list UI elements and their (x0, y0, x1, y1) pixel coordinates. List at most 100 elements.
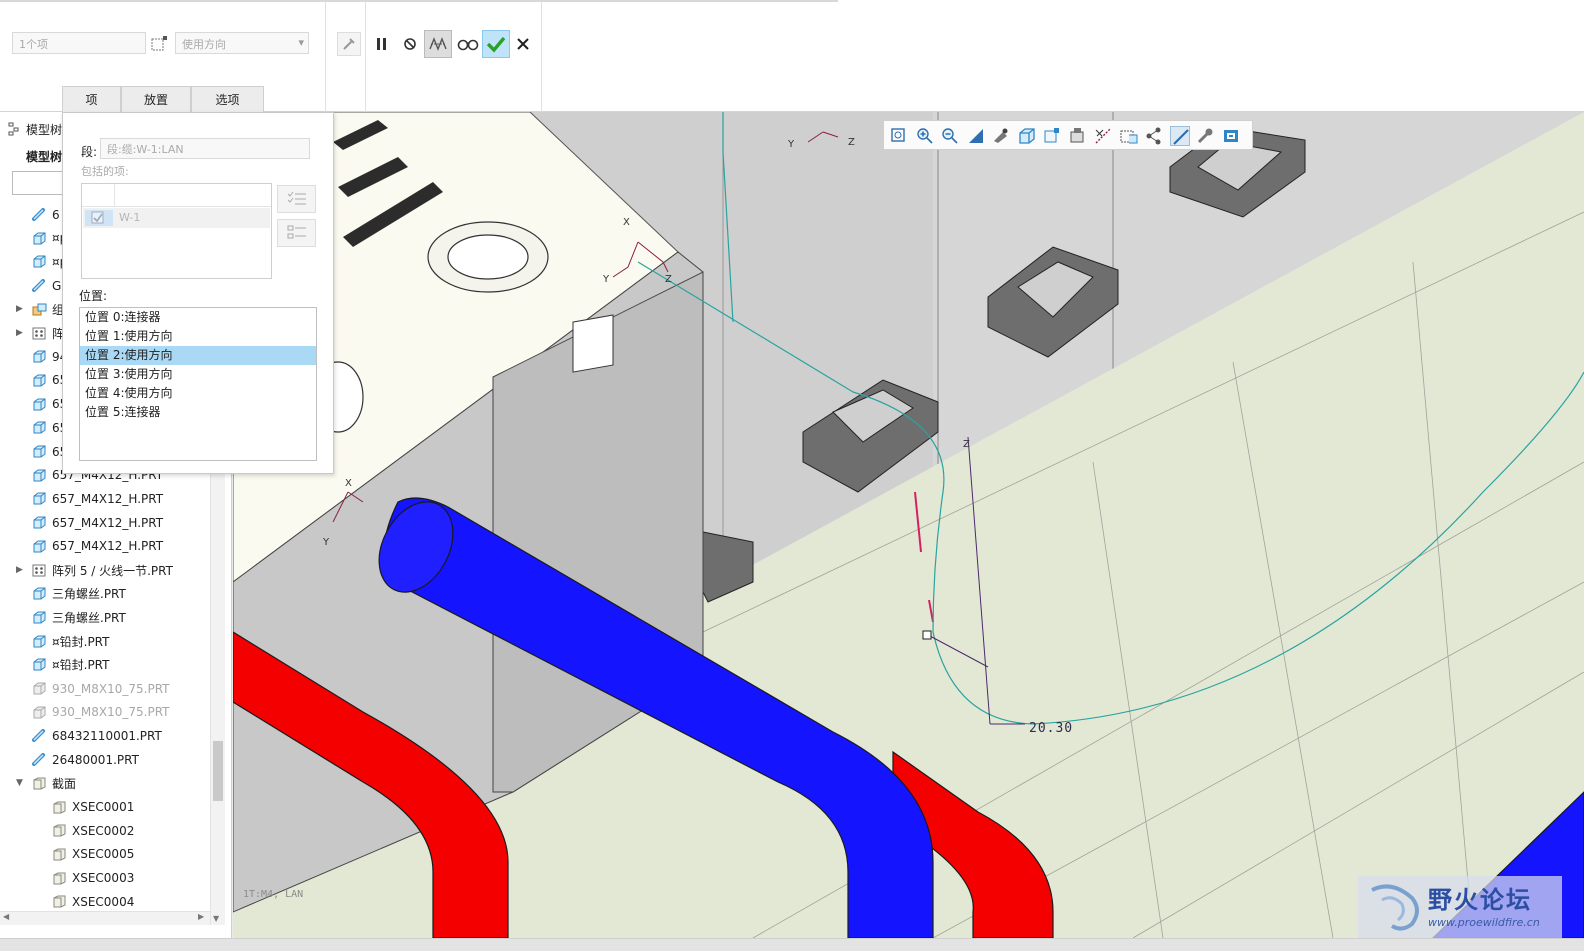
tab-placement[interactable]: 放置 (121, 86, 191, 112)
position-item[interactable]: 位置 3:使用方向 (80, 365, 316, 384)
tree-row[interactable]: 657_M4X12_H.PRT (0, 511, 210, 534)
position-item[interactable]: 位置 2:使用方向 (80, 346, 316, 365)
dimension-label[interactable]: 20.30 (1029, 721, 1073, 736)
spin-center-icon[interactable] (1221, 126, 1241, 146)
collector-icon[interactable] (150, 34, 170, 52)
annotation-icon[interactable] (1195, 126, 1215, 146)
expand-arrow-icon[interactable]: ▶ (16, 328, 24, 338)
cable-icon (32, 753, 46, 767)
datum-planes-icon[interactable] (1119, 126, 1139, 146)
part-icon (32, 611, 46, 624)
position-item[interactable]: 位置 5:连接器 (80, 403, 316, 422)
position-item[interactable]: 位置 4:使用方向 (80, 384, 316, 403)
scroll-right-arrow[interactable]: ▶ (198, 912, 204, 921)
tree-row[interactable]: 三角螺丝.PRT (0, 582, 210, 605)
part-icon (32, 255, 46, 268)
tree-row[interactable]: ▼ 截面 (0, 772, 210, 795)
tree-row-label: 截面 (52, 776, 77, 791)
tree-row[interactable]: 68432110001.PRT (0, 724, 210, 747)
expand-arrow-icon[interactable]: ▶ (16, 304, 24, 314)
axis-label: Z (848, 137, 855, 148)
list-item[interactable]: W-1 (83, 208, 270, 228)
position-item[interactable]: 位置 1:使用方向 (80, 327, 316, 346)
csys-icon[interactable] (1169, 126, 1190, 146)
close-icon[interactable] (513, 34, 533, 54)
repaint-icon[interactable] (966, 126, 986, 146)
view-toolbar (883, 120, 1253, 150)
included-items-label: 包括的项: (81, 165, 129, 178)
preview-icon[interactable] (424, 30, 452, 58)
collapse-arrow-icon[interactable]: ▼ (16, 778, 24, 788)
items-panel: 段: 段:缆:W-1:LAN 包括的项: W-1 位置: 位置 0:连接器 位置 … (62, 112, 334, 474)
tree-row[interactable]: 930_M8X10_75.PRT (0, 677, 210, 700)
part-icon (32, 374, 46, 387)
model-scene[interactable]: 20.30 1T:M4, LAN Y Z X Y Z X Y Z (233, 112, 1584, 938)
checkbox-checked[interactable] (85, 210, 113, 226)
tree-row-label: 657_M4X12_H.PRT (52, 515, 164, 530)
tree-row-label: XSEC0004 (72, 894, 135, 909)
deselect-all-icon[interactable] (277, 219, 316, 247)
tree-row[interactable]: XSEC0005 (0, 843, 210, 866)
shading-icon[interactable] (1017, 126, 1037, 146)
model-tree-header[interactable]: 模型树 (8, 120, 62, 138)
part-icon (32, 492, 46, 505)
section-icon (52, 801, 66, 814)
orient-icon[interactable] (991, 126, 1011, 146)
graphics-viewport[interactable]: 20.30 1T:M4, LAN Y Z X Y Z X Y Z (233, 112, 1584, 938)
part-icon (32, 350, 46, 363)
direction-select-value: 使用方向 (182, 38, 226, 51)
direction-select[interactable]: 使用方向 ▾ (175, 32, 309, 54)
tree-row[interactable]: ¤铅封.PRT (0, 653, 210, 676)
datum-points-icon[interactable] (1144, 126, 1164, 146)
display-style-icon[interactable] (1068, 126, 1088, 146)
tree-row[interactable]: 657_M4X12_H.PRT (0, 535, 210, 558)
segment-field[interactable]: 段:缆:W-1:LAN (100, 138, 310, 159)
tree-row[interactable]: ▶ 阵列 5 / 火线一节.PRT (0, 559, 210, 582)
axis-label: Y (602, 274, 610, 285)
expand-arrow-icon[interactable]: ▶ (16, 565, 24, 575)
tree-row[interactable]: XSEC0003 (0, 867, 210, 890)
scroll-thumb[interactable] (213, 741, 223, 801)
tree-hscrollbar[interactable]: ◀ ▶ (0, 911, 210, 925)
included-items-list[interactable]: W-1 (81, 183, 272, 279)
tool-icon[interactable] (337, 32, 361, 56)
zoom-fit-icon[interactable] (889, 126, 909, 146)
scroll-down-arrow[interactable]: ▼ (213, 914, 219, 923)
glasses-icon[interactable] (456, 33, 480, 55)
watermark-title: 野火论坛 (1428, 886, 1532, 914)
zoom-in-icon[interactable] (915, 126, 935, 146)
tree-row[interactable]: ¤铅封.PRT (0, 630, 210, 653)
ribbon-divider (541, 0, 542, 112)
tree-row[interactable]: 26480001.PRT (0, 748, 210, 771)
tree-row[interactable]: XSEC0002 (0, 819, 210, 842)
items-field[interactable]: 1个项 (12, 32, 146, 54)
tree-row[interactable]: XSEC0001 (0, 796, 210, 819)
tab-options[interactable]: 选项 (191, 86, 264, 112)
tree-row-label: 657_M4X12_H.PRT (52, 539, 164, 554)
position-list[interactable]: 位置 0:连接器 位置 1:使用方向 位置 2:使用方向 位置 3:使用方向 位置 4:… (79, 307, 317, 461)
list-header (82, 184, 271, 207)
ribbon-divider (325, 0, 326, 112)
select-all-icon[interactable] (277, 185, 316, 213)
pause-icon[interactable] (372, 34, 392, 54)
included-item-label: W-1 (119, 211, 141, 224)
section-icon (52, 872, 66, 885)
tab-items[interactable]: 项 (62, 86, 121, 112)
part-icon (32, 587, 46, 600)
tree-row[interactable]: 930_M8X10_75.PRT (0, 701, 210, 724)
tree-row-label: ¤铅封.PRT (52, 634, 110, 649)
tree-row[interactable]: 三角螺丝.PRT (0, 606, 210, 629)
model-tree-subtitle: 模型树 (26, 150, 63, 164)
stop-icon[interactable] (400, 34, 420, 54)
list-header-divider (114, 184, 115, 207)
check-icon[interactable] (482, 30, 510, 58)
tree-row[interactable]: 657_M4X12_H.PRT (0, 487, 210, 510)
tree-row[interactable]: XSEC0004 (0, 890, 210, 913)
saved-views-icon[interactable] (1042, 126, 1062, 146)
part-icon (32, 232, 46, 245)
datum-axes-icon[interactable] (1093, 126, 1113, 146)
zoom-out-icon[interactable] (940, 126, 960, 146)
scroll-left-arrow[interactable]: ◀ (3, 912, 9, 921)
position-item[interactable]: 位置 0:连接器 (80, 308, 316, 327)
section-icon (32, 777, 46, 790)
